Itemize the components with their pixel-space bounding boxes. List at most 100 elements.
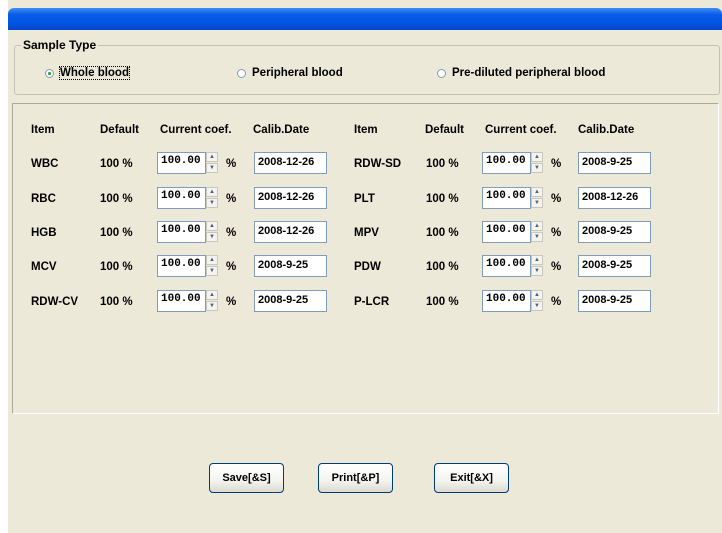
row-default: 100 % (426, 158, 459, 170)
sample-type-legend: Sample Type (21, 38, 99, 52)
spin-down-icon[interactable]: ▼ (206, 163, 218, 173)
spin-up-icon[interactable]: ▲ (206, 290, 218, 300)
spin-down-icon[interactable]: ▼ (206, 301, 218, 311)
spin-up-icon[interactable]: ▲ (206, 187, 218, 197)
percent-label: % (551, 193, 562, 205)
header-item: Item (31, 124, 55, 136)
radio-pre-diluted-label: Pre-diluted peripheral blood (452, 67, 606, 79)
coef-spinner[interactable]: ▲ ▼ (205, 152, 219, 174)
row-item-hgb: HGB (31, 227, 57, 239)
radio-selected-icon (45, 68, 54, 78)
header-current-coef: Current coef. (485, 124, 557, 136)
coef-spinner[interactable]: ▲ ▼ (530, 187, 544, 209)
row-default: 100 % (100, 296, 133, 308)
header-default: Default (100, 124, 139, 136)
print-button[interactable]: Print[&P] (318, 463, 393, 493)
row-default: 100 % (426, 296, 459, 308)
row-item-rdw-cv: RDW-CV (31, 296, 79, 308)
row-item-mpv: MPV (354, 227, 379, 239)
percent-label: % (551, 261, 562, 273)
coef-input-hgb[interactable]: 100.00 (157, 221, 206, 243)
date-input-hgb[interactable]: 2008-12-26 (254, 221, 327, 243)
coef-spinner[interactable]: ▲ ▼ (530, 290, 544, 312)
date-input-pdw[interactable]: 2008-9-25 (578, 255, 651, 277)
coef-spinner[interactable]: ▲ ▼ (530, 255, 544, 277)
coef-input-p-lcr[interactable]: 100.00 (482, 290, 531, 312)
spin-up-icon[interactable]: ▲ (206, 152, 218, 162)
exit-button[interactable]: Exit[&X] (434, 463, 509, 493)
coef-input-rbc[interactable]: 100.00 (157, 187, 206, 209)
spin-up-icon[interactable]: ▲ (531, 290, 543, 300)
coef-input-rdw-sd[interactable]: 100.00 (482, 152, 531, 174)
date-input-mcv[interactable]: 2008-9-25 (254, 255, 327, 277)
row-item-wbc: WBC (31, 158, 59, 170)
header-default: Default (425, 124, 464, 136)
date-input-rdw-sd[interactable]: 2008-9-25 (578, 152, 651, 174)
percent-label: % (551, 158, 562, 170)
coef-spinner[interactable]: ▲ ▼ (205, 187, 219, 209)
radio-whole-blood[interactable]: Whole blood (45, 66, 130, 80)
spin-down-icon[interactable]: ▼ (531, 163, 543, 173)
spin-down-icon[interactable]: ▼ (531, 198, 543, 208)
coef-input-rdw-cv[interactable]: 100.00 (157, 290, 206, 312)
row-default: 100 % (426, 227, 459, 239)
row-default: 100 % (100, 227, 133, 239)
spin-down-icon[interactable]: ▼ (206, 198, 218, 208)
coef-input-pdw[interactable]: 100.00 (482, 255, 531, 277)
coef-input-wbc[interactable]: 100.00 (157, 152, 206, 174)
spin-up-icon[interactable]: ▲ (531, 152, 543, 162)
row-item-pdw: PDW (354, 261, 381, 273)
header-calib-date: Calib.Date (578, 124, 635, 136)
header-item: Item (354, 124, 378, 136)
coef-spinner[interactable]: ▲ ▼ (205, 290, 219, 312)
row-default: 100 % (100, 193, 133, 205)
percent-label: % (226, 193, 237, 205)
row-default: 100 % (100, 158, 133, 170)
coef-spinner[interactable]: ▲ ▼ (530, 152, 544, 174)
spin-down-icon[interactable]: ▼ (531, 232, 543, 242)
coef-spinner[interactable]: ▲ ▼ (205, 221, 219, 243)
radio-unselected-icon (437, 68, 446, 78)
spin-down-icon[interactable]: ▼ (531, 266, 543, 276)
row-item-p-lcr: P-LCR (354, 296, 390, 308)
date-input-wbc[interactable]: 2008-12-26 (254, 152, 327, 174)
coef-input-plt[interactable]: 100.00 (482, 187, 531, 209)
row-default: 100 % (426, 261, 459, 273)
percent-label: % (226, 227, 237, 239)
spin-down-icon[interactable]: ▼ (206, 266, 218, 276)
spin-down-icon[interactable]: ▼ (531, 301, 543, 311)
radio-whole-blood-label: Whole blood (59, 66, 130, 80)
calibration-dialog: Sample Type Whole blood Peripheral blood… (8, 0, 722, 533)
percent-label: % (226, 296, 237, 308)
row-default: 100 % (426, 193, 459, 205)
spin-up-icon[interactable]: ▲ (531, 255, 543, 265)
spin-up-icon[interactable]: ▲ (206, 255, 218, 265)
spin-down-icon[interactable]: ▼ (206, 232, 218, 242)
save-button[interactable]: Save[&S] (209, 463, 284, 493)
date-input-mpv[interactable]: 2008-9-25 (578, 221, 651, 243)
coef-input-mpv[interactable]: 100.00 (482, 221, 531, 243)
date-input-p-lcr[interactable]: 2008-9-25 (578, 290, 651, 312)
title-bar (8, 8, 722, 30)
percent-label: % (551, 296, 562, 308)
percent-label: % (551, 227, 562, 239)
radio-pre-diluted-peripheral-blood[interactable]: Pre-diluted peripheral blood (437, 67, 605, 79)
spin-up-icon[interactable]: ▲ (531, 221, 543, 231)
date-input-plt[interactable]: 2008-12-26 (578, 187, 651, 209)
spin-up-icon[interactable]: ▲ (206, 221, 218, 231)
radio-peripheral-blood-label: Peripheral blood (252, 67, 343, 79)
radio-peripheral-blood[interactable]: Peripheral blood (237, 67, 343, 79)
coef-spinner[interactable]: ▲ ▼ (205, 255, 219, 277)
percent-label: % (226, 158, 237, 170)
row-item-rbc: RBC (31, 193, 56, 205)
sample-type-group: Sample Type Whole blood Peripheral blood… (14, 38, 720, 95)
coef-spinner[interactable]: ▲ ▼ (530, 221, 544, 243)
date-input-rdw-cv[interactable]: 2008-9-25 (254, 290, 327, 312)
row-item-rdw-sd: RDW-SD (354, 158, 402, 170)
radio-unselected-icon (237, 68, 246, 78)
percent-label: % (226, 261, 237, 273)
header-current-coef: Current coef. (160, 124, 232, 136)
spin-up-icon[interactable]: ▲ (531, 187, 543, 197)
coef-input-mcv[interactable]: 100.00 (157, 255, 206, 277)
date-input-rbc[interactable]: 2008-12-26 (254, 187, 327, 209)
